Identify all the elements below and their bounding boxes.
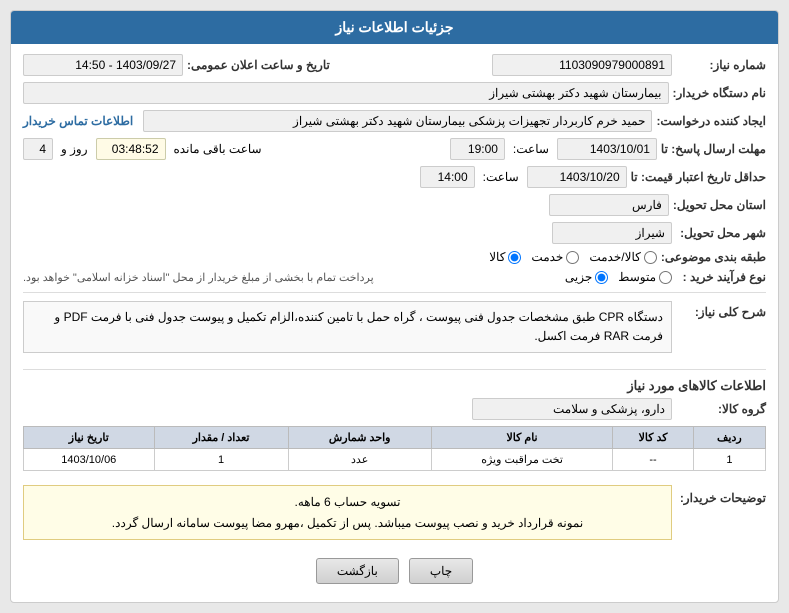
value-mohlat-day: 4 [23, 138, 53, 160]
value-group-kala: دارو، پزشکی و سلامت [472, 398, 672, 420]
value-ostan: فارس [549, 194, 669, 216]
cell-vahed: عدد [288, 449, 431, 471]
back-button[interactable]: بازگشت [316, 558, 399, 584]
notes-line1: تسویه حساب 6 ماهه. [32, 492, 663, 512]
label-sharh: شرح کلی نیاز: [676, 301, 766, 319]
col-kod: کد کالا [613, 427, 693, 449]
radio-kala[interactable]: کالا [489, 250, 521, 264]
tabaghe-radio-group: کالا/خدمت خدمت کالا [489, 250, 657, 264]
row-hadaqal: حداقل تاریخ اعتبار قیمت: تا 1403/10/20 س… [23, 166, 766, 188]
label-hadaqal: حداقل تاریخ اعتبار قیمت: تا [631, 170, 766, 184]
value-mohlat-remain: 03:48:52 [96, 138, 166, 160]
value-hadaqal-date: 1403/10/20 [527, 166, 627, 188]
label-hadaqal-time: ساعت: [483, 170, 519, 184]
radio-jozi[interactable]: جزیی [565, 270, 608, 284]
bottom-buttons: چاپ بازگشت [23, 546, 766, 592]
col-radif: ردیف [693, 427, 765, 449]
label-namdastgah: نام دستگاه خریدار: [673, 86, 767, 100]
cell-kod: -- [613, 449, 693, 471]
cell-nam: تخت مراقبت ویژه [431, 449, 613, 471]
farayand-note: پرداخت تمام با بخشی از مبلغ خریدار از مح… [23, 271, 374, 284]
value-shomare: 1103090979000891 [492, 54, 672, 76]
label-mohlat-remain: ساعت باقی مانده [174, 142, 262, 156]
value-ijad: حمید خرم کاربردار تجهیزات پزشکی بیمارستا… [143, 110, 652, 132]
value-hadaqal-time: 14:00 [420, 166, 475, 188]
row-tabaghe: طبقه بندی موضوعی: کالا/خدمت خدمت کالا [23, 250, 766, 264]
radio-motawaset[interactable]: متوسط [618, 270, 672, 284]
value-mohlat-date: 1403/10/01 [557, 138, 657, 160]
radio-kala-khedmat[interactable]: کالا/خدمت [589, 250, 656, 264]
row-shomare-tarikh: شماره نیاز: 1103090979000891 تاریخ و ساع… [23, 54, 766, 76]
value-sharh: دستگاه CPR طبق مشخصات جدول فنی پیوست ، گ… [23, 301, 672, 353]
label-group-kala: گروه کالا: [676, 402, 766, 416]
label-ijad: ایجاد کننده درخواست: [656, 114, 766, 128]
row-mohlat: مهلت ارسال پاسخ: تا 1403/10/01 ساعت: 19:… [23, 138, 766, 160]
row-notes: توضیحات خریدار: تسویه حساب 6 ماهه. نمونه… [23, 479, 766, 540]
label-shomare: شماره نیاز: [676, 58, 766, 72]
label-ostan: استان محل تحویل: [673, 198, 766, 212]
col-nam: نام کالا [431, 427, 613, 449]
content-area: شماره نیاز: 1103090979000891 تاریخ و ساع… [11, 44, 778, 602]
kala-table: ردیف کد کالا نام کالا واحد شمارش تعداد /… [23, 426, 766, 471]
value-namdastgah: بیمارستان شهید دکتر بهشتی شیراز [23, 82, 669, 104]
row-ijad: ایجاد کننده درخواست: حمید خرم کاربردار ت… [23, 110, 766, 132]
notes-line2: نمونه قرارداد خرید و نصب پیوست میباشد. پ… [32, 513, 663, 533]
row-sharh: شرح کلی نیاز: دستگاه CPR طبق مشخصات جدول… [23, 301, 766, 361]
label-mohlat: مهلت ارسال پاسخ: تا [661, 142, 766, 156]
cell-tarikh-niaz: 1403/10/06 [24, 449, 155, 471]
tamas-link[interactable]: اطلاعات تماس خریدار [23, 114, 133, 128]
row-ostan: استان محل تحویل: فارس [23, 194, 766, 216]
page-title: جزئیات اطلاعات نیاز [335, 19, 453, 35]
notes-box: تسویه حساب 6 ماهه. نمونه قرارداد خرید و … [23, 485, 672, 540]
col-tarikh: تاریخ نیاز [24, 427, 155, 449]
table-row: 1 -- تخت مراقبت ویژه عدد 1 1403/10/06 [24, 449, 766, 471]
row-namdastgah: نام دستگاه خریدار: بیمارستان شهید دکتر ب… [23, 82, 766, 104]
label-nofarayand: نوع فرآیند خرید : [676, 270, 766, 284]
value-shahr: شیراز [552, 222, 672, 244]
label-tabaghe: طبقه بندی موضوعی: [661, 250, 766, 264]
radio-khedmat[interactable]: خدمت [531, 250, 579, 264]
row-nofarayand: نوع فرآیند خرید : متوسط جزیی پرداخت تمام… [23, 270, 766, 284]
value-tarikh: 1403/09/27 - 14:50 [23, 54, 183, 76]
page-header: جزئیات اطلاعات نیاز [11, 11, 778, 44]
print-button[interactable]: چاپ [409, 558, 473, 584]
col-tedad: تعداد / مقدار [154, 427, 288, 449]
label-shahr: شهر محل تحویل: [676, 226, 766, 240]
label-tarikh: تاریخ و ساعت اعلان عمومی: [187, 58, 330, 72]
label-notes: توضیحات خریدار: [676, 487, 766, 505]
value-mohlat-time: 19:00 [450, 138, 505, 160]
col-vahed: واحد شمارش [288, 427, 431, 449]
label-mohlat-time: ساعت: [513, 142, 549, 156]
label-mohlat-day: روز و [61, 142, 88, 156]
main-container: جزئیات اطلاعات نیاز شماره نیاز: 11030909… [10, 10, 779, 603]
row-shahr: شهر محل تحویل: شیراز [23, 222, 766, 244]
cell-tedad: 1 [154, 449, 288, 471]
row-group-kala: گروه کالا: دارو، پزشکی و سلامت [23, 398, 766, 420]
kala-section-title: اطلاعات کالاهای مورد نیاز [23, 378, 766, 394]
farayand-radio-group: متوسط جزیی [565, 270, 672, 284]
cell-radif: 1 [693, 449, 765, 471]
